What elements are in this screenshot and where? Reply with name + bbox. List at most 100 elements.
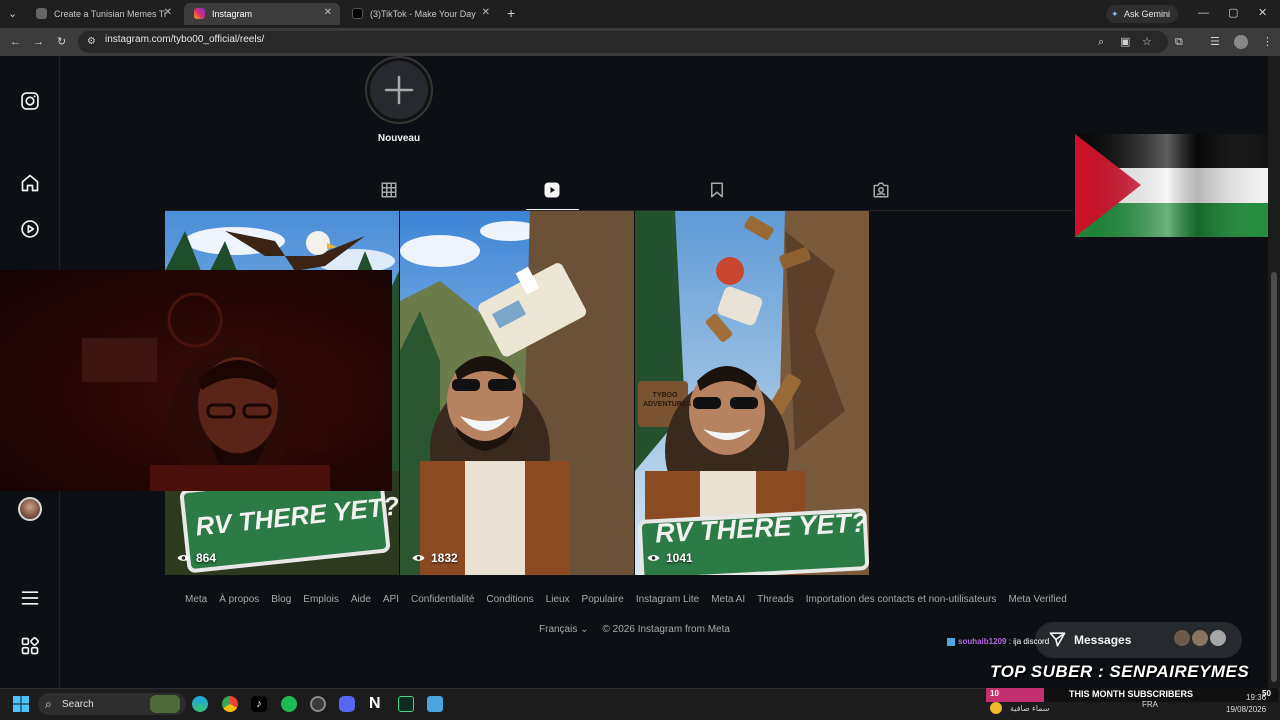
eye-icon (647, 555, 660, 561)
instagram-logo-icon[interactable] (20, 91, 40, 111)
close-window-icon[interactable]: ✕ (1258, 6, 1267, 20)
tab-search-icon[interactable]: ⌄ (8, 7, 17, 21)
stream-chat-line: souhaib1209 : ija discord (947, 637, 1049, 646)
messages-avatar (1208, 628, 1228, 648)
more-menu-icon[interactable] (20, 588, 40, 608)
scrollbar-thumb[interactable] (1271, 272, 1277, 682)
maximize-icon[interactable]: ▢ (1228, 6, 1238, 20)
tab-saved-icon[interactable] (708, 181, 726, 199)
footer-link[interactable]: Meta AI (711, 594, 745, 605)
footer-link[interactable]: Meta Verified (1008, 594, 1066, 605)
close-tab-icon[interactable]: ✕ (164, 7, 172, 18)
profile-avatar-icon[interactable] (1234, 35, 1248, 49)
footer-link[interactable]: Confidentialité (411, 594, 474, 605)
reel-thumbnail-rv-crash (400, 211, 634, 575)
top-suber-banner: TOP SUBER : SENPAIREYMES (990, 662, 1250, 681)
tab-title: (3)TikTok - Make Your Day (370, 9, 476, 19)
home-icon[interactable] (20, 173, 40, 193)
footer-link[interactable]: Threads (757, 594, 794, 605)
view-count-value: 1832 (431, 551, 458, 565)
reels-icon[interactable] (20, 219, 40, 239)
tab-tagged-icon[interactable] (872, 181, 890, 199)
back-icon[interactable]: ← (10, 35, 21, 49)
subscriber-count: 10 (990, 689, 999, 698)
chevron-down-icon: ⌄ (580, 624, 589, 635)
language-indicator[interactable]: FRA (1142, 700, 1158, 709)
windows-start-icon[interactable] (13, 696, 29, 712)
webcam-image (82, 292, 330, 491)
site-info-icon[interactable]: ⚙ (87, 35, 96, 49)
tiktok-icon[interactable]: ♪ (251, 696, 267, 712)
eye-icon (412, 555, 425, 561)
footer-meta: Français ⌄ © 2026 Instagram from Meta (539, 624, 730, 635)
tab-reels-icon[interactable] (543, 181, 561, 199)
url-text[interactable]: instagram.com/tybo00_official/reels/ (105, 34, 264, 45)
forward-icon[interactable]: → (33, 35, 44, 49)
reel-tile[interactable]: TYBOO ADVENTURES RV THERE YET? 1041 (635, 211, 869, 575)
install-app-icon[interactable]: ▣ (1120, 35, 1130, 49)
footer-link[interactable]: Importation des contacts et non-utilisat… (806, 594, 997, 605)
eye-icon (177, 555, 190, 561)
reload-icon[interactable]: ↻ (57, 35, 66, 49)
edge-icon[interactable] (192, 696, 208, 712)
photos-icon[interactable] (427, 696, 443, 712)
language-select[interactable]: Français ⌄ (539, 624, 589, 635)
tab-instagram[interactable]: Instagram ✕ (184, 3, 340, 25)
zoom-icon[interactable]: ⌕ (1098, 35, 1104, 49)
footer-link[interactable]: API (383, 594, 399, 605)
reel-tile[interactable]: 1832 (400, 211, 634, 575)
extensions-icon[interactable]: ⧉ (1175, 35, 1183, 49)
ask-gemini-button[interactable]: ✦ Ask Gemini (1106, 5, 1179, 23)
terminal-icon[interactable] (398, 696, 414, 712)
minimize-icon[interactable]: — (1198, 6, 1209, 20)
reading-list-icon[interactable]: ☰ (1210, 35, 1220, 49)
view-count: 864 (177, 551, 216, 565)
close-tab-icon[interactable]: ✕ (482, 7, 490, 18)
footer-link[interactable]: Conditions (486, 594, 533, 605)
weather-icon[interactable] (990, 702, 1002, 714)
discord-icon[interactable] (339, 696, 355, 712)
bookmark-star-icon[interactable]: ☆ (1142, 35, 1152, 49)
footer-link[interactable]: Instagram Lite (636, 594, 699, 605)
footer-link[interactable]: Aide (351, 594, 371, 605)
plus-icon (384, 75, 414, 105)
profile-avatar[interactable] (18, 497, 42, 521)
footer-links: Meta À propos Blog Emplois Aide API Conf… (185, 594, 1079, 605)
tab-title: Create a Tunisian Memes Tier L (54, 9, 166, 19)
view-count: 1832 (412, 551, 458, 565)
tab-tiktok[interactable]: (3)TikTok - Make Your Day ✕ (342, 3, 498, 25)
tier-favicon-icon (36, 8, 47, 19)
obs-icon[interactable] (310, 696, 326, 712)
weather-text: سماء صافية (1010, 704, 1050, 713)
footer-link[interactable]: Emplois (303, 594, 339, 605)
ask-gemini-label: Ask Gemini (1124, 9, 1171, 19)
footer-link[interactable]: Populaire (582, 594, 624, 605)
search-highlight-image (150, 695, 180, 713)
footer-link[interactable]: Meta (185, 594, 207, 605)
platform-icon (947, 637, 955, 646)
browser-menu-icon[interactable]: ⋮ (1262, 35, 1273, 49)
tab-tier-list[interactable]: Create a Tunisian Memes Tier L ✕ (26, 3, 180, 25)
tab-posts-grid-icon[interactable] (380, 181, 398, 199)
chrome-icon[interactable] (222, 696, 238, 712)
close-tab-icon[interactable]: ✕ (324, 7, 332, 18)
send-message-icon (1049, 632, 1066, 647)
gemini-sparkle-icon: ✦ (1111, 9, 1119, 19)
chat-username: souhaib1209 (958, 637, 1007, 646)
footer-link[interactable]: À propos (219, 594, 259, 605)
footer-link[interactable]: Blog (271, 594, 291, 605)
new-tab-plus-icon[interactable]: + (507, 6, 515, 20)
new-highlight-label: Nouveau (377, 133, 421, 144)
clock-time[interactable]: 19:36 (1246, 693, 1266, 702)
chat-message: : ija discord (1008, 637, 1050, 646)
messages-label: Messages (1074, 633, 1132, 647)
clock-date[interactable]: 19/08/2026 (1226, 705, 1266, 714)
view-count-value: 864 (196, 551, 217, 565)
search-icon: ⌕ (45, 697, 52, 711)
active-tab-indicator (526, 209, 579, 210)
tab-title: Instagram (212, 9, 253, 19)
notion-icon[interactable]: N (369, 695, 385, 713)
footer-link[interactable]: Lieux (546, 594, 570, 605)
spotify-icon[interactable] (281, 696, 297, 712)
also-from-meta-icon[interactable] (20, 636, 40, 656)
